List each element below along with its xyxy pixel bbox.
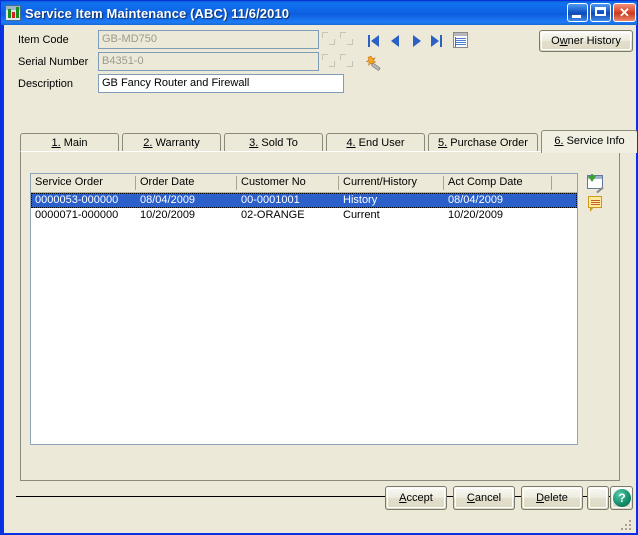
accept-label: ccept — [406, 492, 433, 504]
magic-wand-icon[interactable] — [365, 55, 383, 71]
description-field[interactable]: GB Fancy Router and Firewall — [98, 74, 344, 93]
window-title: Service Item Maintenance (ABC) 11/6/2010 — [25, 5, 290, 21]
client-area: Item Code GB-MD750 Serial Number B4351-0… — [4, 25, 637, 533]
close-icon: ✕ — [619, 5, 630, 20]
tab-strip: 1. Main 2. Warranty 3. Sold To 4. End Us… — [20, 130, 637, 153]
table-row[interactable]: 0000071-000000 10/20/2009 02-ORANGE Curr… — [31, 208, 577, 223]
close-button[interactable]: ✕ — [613, 3, 636, 22]
tab-purchase-order-label: Purchase Order — [447, 137, 528, 149]
next-record-button[interactable] — [409, 32, 426, 49]
tab-service-info-label: Service Info — [563, 135, 625, 147]
item-code-label: Item Code — [18, 34, 69, 46]
cell-service-order: 0000053-000000 — [35, 194, 119, 206]
column-header-extra[interactable] — [552, 174, 577, 192]
help-icon: ? — [613, 489, 631, 507]
cell-current-history: Current — [343, 209, 380, 221]
cell-order-date: 08/04/2009 — [140, 194, 196, 206]
owner-history-button[interactable]: Owner History — [539, 30, 633, 52]
column-header-current-history[interactable]: Current/History — [339, 174, 443, 192]
tab-warranty[interactable]: 2. Warranty — [122, 133, 221, 152]
cancel-label: ancel — [474, 492, 502, 504]
tab-end-user-label: End User — [355, 137, 405, 149]
cell-customer-no: 02-ORANGE — [241, 209, 305, 221]
item-code-next-lookup-button[interactable] — [339, 31, 354, 46]
first-record-button[interactable] — [367, 32, 384, 49]
accept-accel: A — [399, 492, 407, 504]
item-code-lookup-button[interactable] — [321, 31, 336, 46]
tab-purchase-order-num: 5. — [438, 137, 448, 149]
serial-number-field[interactable]: B4351-0 — [98, 52, 319, 71]
tab-end-user-num: 4. — [346, 137, 356, 149]
cell-act-comp-date: 10/20/2009 — [448, 209, 504, 221]
cell-order-date: 10/20/2009 — [140, 209, 196, 221]
delete-button[interactable]: Delete — [521, 486, 583, 510]
service-order-grid[interactable]: Service Order Order Date Customer No Cur… — [30, 173, 578, 445]
tab-sold-to[interactable]: 3. Sold To — [224, 133, 323, 152]
memo-icon[interactable] — [453, 32, 468, 48]
tab-purchase-order[interactable]: 5. Purchase Order — [428, 133, 538, 152]
drill-down-icon[interactable] — [587, 174, 604, 194]
serial-number-lookup-button[interactable] — [321, 53, 336, 68]
tab-sold-to-num: 3. — [249, 137, 259, 149]
item-code-field[interactable]: GB-MD750 — [98, 30, 319, 49]
owner-history-label: Owner History — [551, 35, 621, 47]
previous-record-button[interactable] — [388, 32, 405, 49]
tab-service-info[interactable]: 6. Service Info — [541, 130, 637, 153]
table-row[interactable]: 0000053-000000 08/04/2009 00-0001001 His… — [31, 193, 577, 208]
tab-sold-to-label: Sold To — [258, 137, 298, 149]
resize-grip[interactable] — [620, 517, 634, 531]
serial-number-label: Serial Number — [18, 56, 89, 68]
serial-number-next-lookup-button[interactable] — [339, 53, 354, 68]
cell-current-history: History — [343, 194, 378, 206]
cell-service-order: 0000071-000000 — [35, 209, 119, 221]
column-header-service-order[interactable]: Service Order — [31, 174, 135, 192]
tab-main-num: 1. — [51, 137, 61, 149]
cancel-button[interactable]: Cancel — [453, 486, 515, 510]
column-header-customer-no[interactable]: Customer No — [237, 174, 338, 192]
cell-act-comp-date: 08/04/2009 — [448, 194, 504, 206]
grid-side-toolbar — [587, 174, 609, 218]
tab-warranty-label: Warranty — [152, 137, 200, 149]
column-header-act-comp-date[interactable]: Act Comp Date — [444, 174, 551, 192]
column-header-order-date[interactable]: Order Date — [136, 174, 236, 192]
tab-service-info-num: 6. — [554, 135, 564, 147]
help-button[interactable]: ? — [610, 486, 633, 510]
delete-label: elete — [544, 492, 568, 504]
cancel-accel: C — [466, 492, 475, 504]
grid-header-row: Service Order Order Date Customer No Cur… — [31, 174, 577, 193]
sage-mas-icon — [5, 5, 21, 21]
tab-main-label: Main — [60, 137, 88, 149]
maximize-button[interactable] — [590, 3, 611, 22]
caption-buttons: ✕ — [567, 3, 636, 22]
cell-customer-no: 00-0001001 — [241, 194, 300, 206]
delete-accel: D — [536, 492, 545, 504]
service-item-maintenance-window: Service Item Maintenance (ABC) 11/6/2010… — [0, 0, 638, 535]
tab-end-user[interactable]: 4. End User — [326, 133, 425, 152]
title-bar[interactable]: Service Item Maintenance (ABC) 11/6/2010… — [1, 1, 637, 25]
description-label: Description — [18, 78, 74, 90]
minimize-button[interactable] — [567, 3, 588, 22]
tab-main[interactable]: 1. Main — [20, 133, 119, 152]
comment-memo-icon[interactable] — [587, 196, 604, 213]
blank-button[interactable] — [587, 486, 609, 510]
accept-button[interactable]: Accept — [385, 486, 447, 510]
last-record-button[interactable] — [429, 32, 446, 49]
service-info-panel: Service Order Order Date Customer No Cur… — [20, 151, 620, 481]
